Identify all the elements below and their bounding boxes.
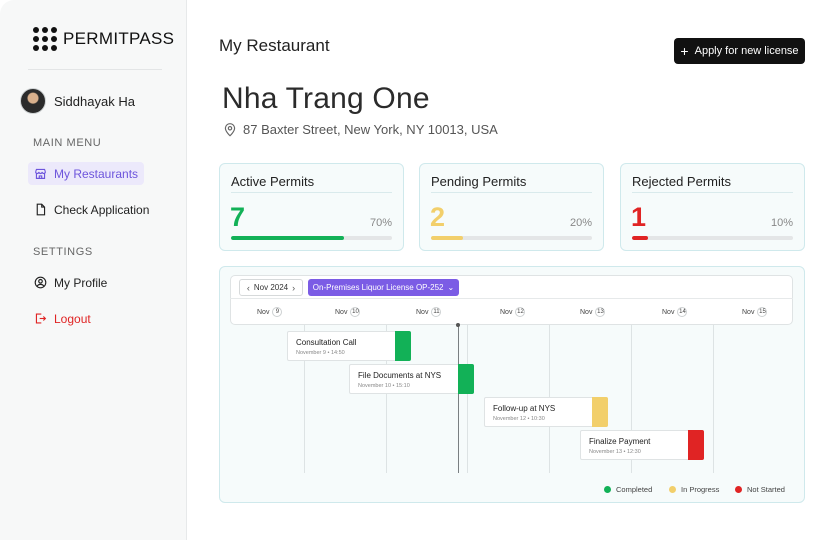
day-column-header: Nov 9 <box>257 307 283 317</box>
document-icon <box>36 203 46 216</box>
active-permits-card: Active Permits 7 70% <box>219 163 404 251</box>
logo-dots-icon <box>33 27 57 51</box>
sidebar-item-logout[interactable]: Logout <box>28 307 97 330</box>
current-time-line <box>458 325 459 473</box>
user-circle-icon <box>34 276 47 289</box>
day-grid-line <box>713 325 714 473</box>
sidebar-item-my-restaurants[interactable]: My Restaurants <box>28 162 145 185</box>
restaurant-name: Nha Trang One <box>222 82 430 115</box>
day-column-header: Nov 10 <box>335 307 361 317</box>
sidebar-item-check-application[interactable]: Check Application <box>28 198 155 221</box>
license-dropdown[interactable]: On-Premises Liquor License OP-252 ⌄ <box>308 279 459 296</box>
card-count: 2 <box>430 202 446 232</box>
progress-fill <box>431 236 464 240</box>
card-percent: 10% <box>770 217 793 229</box>
sidebar-item-label: Logout <box>54 311 91 326</box>
card-title: Rejected Permits <box>632 174 731 189</box>
progress-fill <box>231 236 344 240</box>
rejected-permits-card: Rejected Permits 1 10% <box>620 163 805 251</box>
chevron-left-icon[interactable]: ‹ <box>247 283 250 293</box>
user-name: Siddhayak Ha <box>54 93 135 109</box>
task-title: File Documents at NYS <box>358 371 442 380</box>
chevron-down-icon: ⌄ <box>447 283 455 292</box>
timeline-task-follow-up[interactable]: Follow-up at NYS November 12 • 10:30 <box>484 397 608 427</box>
settings-heading: SETTINGS <box>33 246 93 258</box>
legend-completed: Completed <box>604 485 652 494</box>
task-datetime: November 10 • 15:10 <box>358 383 410 389</box>
sidebar-item-label: My Profile <box>54 275 108 290</box>
avatar <box>20 88 46 114</box>
sidebar-item-label: My Restaurants <box>54 166 139 181</box>
apply-button-label: Apply for new license <box>694 45 799 57</box>
restaurant-address: 87 Baxter Street, New York, NY 10013, US… <box>223 122 498 137</box>
user-profile[interactable]: Siddhayak Ha <box>20 88 135 114</box>
pending-permits-card: Pending Permits 2 20% <box>419 163 604 251</box>
sidebar-item-label: Check Application <box>54 202 150 217</box>
plus-icon: + <box>680 43 689 59</box>
card-count: 1 <box>631 202 647 232</box>
task-title: Consultation Call <box>296 338 357 347</box>
card-title: Pending Permits <box>431 174 527 189</box>
logout-icon <box>35 313 47 324</box>
legend-label: In Progress <box>681 485 720 494</box>
legend-label: Completed <box>616 485 653 494</box>
legend-dot <box>604 486 611 493</box>
day-grid-line <box>467 325 468 473</box>
brand-logo[interactable]: PERMITPASS <box>33 27 174 51</box>
day-column-header: Nov 13 <box>580 307 606 317</box>
day-column-header: Nov 14 <box>662 307 688 317</box>
legend-not-started: Not Started <box>735 485 785 494</box>
task-datetime: November 9 • 14:50 <box>296 350 345 356</box>
card-divider <box>431 192 592 193</box>
sidebar-divider <box>28 69 162 70</box>
month-selector[interactable]: ‹ Nov 2024 › <box>239 279 303 296</box>
sidebar: PERMITPASS Siddhayak Ha MAIN MENU My Res… <box>0 0 187 540</box>
address-text: 87 Baxter Street, New York, NY 10013, US… <box>243 122 498 137</box>
legend-label: Not Started <box>747 485 785 494</box>
location-pin-icon <box>224 123 236 137</box>
task-datetime: November 13 • 12:30 <box>589 449 641 455</box>
progress-track <box>431 236 592 240</box>
apply-new-license-button[interactable]: + Apply for new license <box>674 38 805 64</box>
card-count: 7 <box>230 202 246 232</box>
day-column-header: Nov 11 <box>416 307 442 317</box>
task-status-bar <box>458 364 474 394</box>
license-label: On-Premises Liquor License OP-252 <box>312 283 444 292</box>
progress-track <box>231 236 392 240</box>
task-title: Finalize Payment <box>589 437 651 446</box>
timeline-header-divider <box>230 298 793 299</box>
timeline-task-consultation-call[interactable]: Consultation Call November 9 • 14:50 <box>287 331 411 361</box>
chevron-right-icon[interactable]: › <box>292 283 295 293</box>
day-column-header: Nov 15 <box>742 307 768 317</box>
task-status-bar <box>395 331 411 361</box>
brand-name: PERMITPASS <box>63 29 175 48</box>
card-percent: 70% <box>369 217 392 229</box>
task-title: Follow-up at NYS <box>493 404 556 413</box>
task-status-bar <box>592 397 608 427</box>
task-status-bar <box>688 430 704 460</box>
card-divider <box>632 192 793 193</box>
progress-fill <box>632 236 649 240</box>
page-title: My Restaurant <box>219 36 330 55</box>
card-divider <box>231 192 392 193</box>
main-menu-heading: MAIN MENU <box>33 137 102 149</box>
legend-in-progress: In Progress <box>669 485 719 494</box>
progress-track <box>632 236 793 240</box>
legend-dot <box>735 486 742 493</box>
store-icon <box>35 168 46 179</box>
sidebar-item-my-profile[interactable]: My Profile <box>28 271 113 294</box>
day-column-header: Nov 12 <box>500 307 526 317</box>
current-time-marker <box>456 323 460 327</box>
timeline-task-finalize-payment[interactable]: Finalize Payment November 13 • 12:30 <box>580 430 704 460</box>
month-label: Nov 2024 <box>253 283 289 292</box>
legend-dot <box>669 486 676 493</box>
card-percent: 20% <box>569 217 592 229</box>
card-title: Active Permits <box>231 174 315 189</box>
task-datetime: November 12 • 10:30 <box>493 416 545 422</box>
timeline-task-file-documents[interactable]: File Documents at NYS November 10 • 15:1… <box>349 364 474 394</box>
